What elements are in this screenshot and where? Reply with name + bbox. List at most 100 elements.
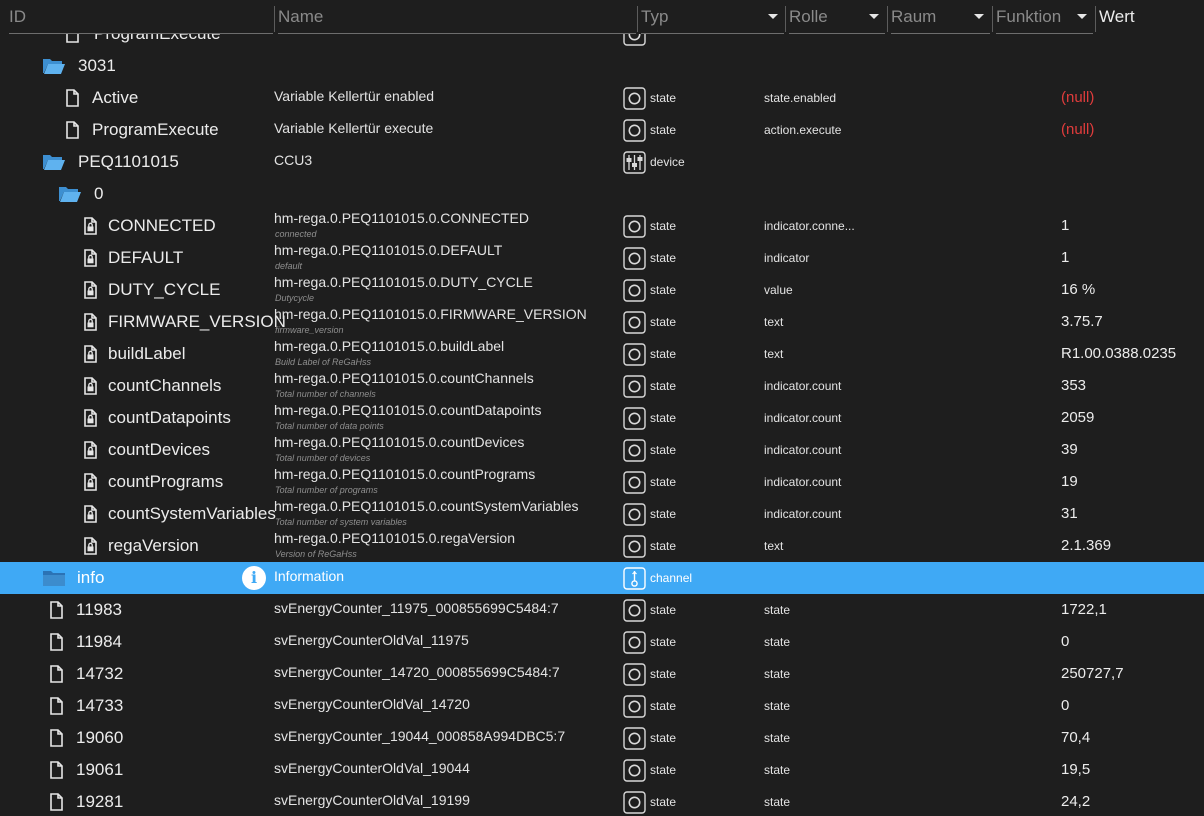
object-value[interactable]: 3.75.7 [1061,313,1103,330]
object-value[interactable]: 24,2 [1061,793,1090,810]
folder-open-icon[interactable] [42,152,66,172]
tree-row[interactable]: 19281 svEnergyCounterOldVal_19199 state sta… [0,786,1204,816]
file-icon [46,600,66,620]
object-value[interactable]: 70,4 [1061,729,1090,746]
state-type-icon [623,439,646,462]
object-name: Information [274,568,345,584]
role-select[interactable]: Rolle [789,0,885,36]
object-name: hm-rega.0.PEQ1101015.0.DUTY_CYCLE [274,274,533,290]
column-resizer[interactable] [274,6,275,32]
name-filter[interactable]: Name [278,0,636,36]
object-name: svEnergyCounter_11975_000855699C5484:7 [274,600,559,616]
object-description: Dutycycle [275,293,315,303]
tree-row[interactable]: 0 [0,178,1204,210]
object-value[interactable]: 16 % [1061,281,1095,298]
tree-row[interactable]: CONNECTED hm-rega.0.PEQ1101015.0.CONNECTE… [0,210,1204,242]
tree-row[interactable]: 14732 svEnergyCounter_14720_000855699C548… [0,658,1204,690]
object-value[interactable]: 1722,1 [1061,601,1107,618]
folder-open-icon[interactable] [42,56,66,76]
tree-row[interactable]: 19060 svEnergyCounter_19044_000858A994DBC… [0,722,1204,754]
type-select-label: Typ [641,7,669,26]
tree-row[interactable]: buildLabel hm-rega.0.PEQ1101015.0.buildLa… [0,338,1204,370]
object-value[interactable]: 2.1.369 [1061,537,1111,554]
tree-row[interactable]: PEQ1101015 CCU3 device [0,146,1204,178]
tree-row[interactable]: countDevices hm-rega.0.PEQ1101015.0.count… [0,434,1204,466]
room-select-label: Raum [891,7,937,26]
tree-row[interactable]: 11983 svEnergyCounter_11975_000855699C548… [0,594,1204,626]
tree-row[interactable]: DUTY_CYCLE hm-rega.0.PEQ1101015.0.DUTY_CY… [0,274,1204,306]
object-name: hm-rega.0.PEQ1101015.0.FIRMWARE_VERSION [274,306,587,322]
column-resizer[interactable] [785,6,786,32]
state-type-icon [623,535,646,558]
column-resizer[interactable] [887,6,888,32]
object-id: 19061 [76,760,124,779]
object-value[interactable]: (null) [1061,89,1094,106]
state-type-icon [623,279,646,302]
room-select[interactable]: Raum [891,0,990,36]
tree-row[interactable]: countPrograms hm-rega.0.PEQ1101015.0.coun… [0,466,1204,498]
object-description: Total number of data points [275,421,384,431]
object-id: DEFAULT [108,248,184,267]
object-type: state [650,379,677,393]
file-lock-icon [80,216,100,236]
tree-row[interactable]: ProgramExecute [0,34,1204,50]
state-type-icon [623,695,646,718]
folder-open-icon[interactable] [58,184,82,204]
object-value[interactable]: 2059 [1061,409,1094,426]
tree-row[interactable]: regaVersion hm-rega.0.PEQ1101015.0.regaVe… [0,530,1204,562]
tree-row[interactable]: 11984 svEnergyCounterOldVal_11975 state sta… [0,626,1204,658]
function-select[interactable]: Funktion [996,0,1093,36]
column-resizer[interactable] [992,6,993,32]
object-id: CONNECTED [108,216,216,235]
object-value[interactable]: 353 [1061,377,1086,394]
column-resizer[interactable] [1095,6,1096,32]
object-value[interactable]: 39 [1061,441,1078,458]
object-id: ProgramExecute [94,34,221,44]
object-id: countPrograms [108,472,224,491]
state-type-icon [623,727,646,750]
object-name: svEnergyCounterOldVal_19044 [274,760,470,776]
tree-row[interactable]: 3031 [0,50,1204,82]
object-value[interactable]: 250727,7 [1061,665,1124,682]
folder-icon[interactable] [42,568,66,588]
column-resizer[interactable] [637,6,638,32]
object-name: svEnergyCounterOldVal_11975 [274,632,469,648]
object-value[interactable]: 19 [1061,473,1078,490]
object-value[interactable]: 1 [1061,249,1069,266]
object-id: 14732 [76,664,124,683]
object-name: hm-rega.0.PEQ1101015.0.countDevices [274,434,525,450]
object-name: svEnergyCounterOldVal_14720 [274,696,470,712]
object-id: 11983 [76,600,123,619]
object-value[interactable]: 19,5 [1061,761,1090,778]
tree-row[interactable]: 19061 svEnergyCounterOldVal_19044 state sta… [0,754,1204,786]
object-value[interactable]: 0 [1061,633,1069,650]
tree-row[interactable]: countChannels hm-rega.0.PEQ1101015.0.coun… [0,370,1204,402]
tree-row-selected[interactable]: info i Information channel [0,562,1204,594]
file-icon [46,632,66,652]
object-type: device [650,155,685,169]
object-value[interactable]: 0 [1061,697,1069,714]
tree-row[interactable]: Active Variable Kellertür enabled state sta… [0,82,1204,114]
tree-row[interactable]: DEFAULT hm-rega.0.PEQ1101015.0.DEFAULT def… [0,242,1204,274]
tree-row[interactable]: FIRMWARE_VERSION hm-rega.0.PEQ1101015.0.F… [0,306,1204,338]
state-type-icon [623,759,646,782]
tree-row[interactable]: 14733 svEnergyCounterOldVal_14720 state sta… [0,690,1204,722]
object-type: state [650,763,677,777]
object-value[interactable]: R1.00.0388.0235 [1061,345,1176,362]
object-value[interactable]: 31 [1061,505,1078,522]
tree-row[interactable]: countDatapoints hm-rega.0.PEQ1101015.0.co… [0,402,1204,434]
object-description: Total number of devices [275,453,371,463]
object-value[interactable]: 1 [1061,217,1069,234]
tree-row[interactable]: countSystemVariables hm-rega.0.PEQ1101015… [0,498,1204,530]
tree-row[interactable]: ProgramExecute Variable Kellertür execute… [0,114,1204,146]
object-value[interactable]: (null) [1061,121,1094,138]
state-type-icon [623,34,646,46]
object-role: action.execute [764,123,842,137]
state-type-icon [623,375,646,398]
id-filter[interactable]: ID [9,0,273,36]
object-description: Total number of channels [275,389,376,399]
state-type-icon [623,471,646,494]
object-role: indicator.count [764,379,842,393]
state-type-icon [623,343,646,366]
type-select[interactable]: Typ [641,0,784,36]
